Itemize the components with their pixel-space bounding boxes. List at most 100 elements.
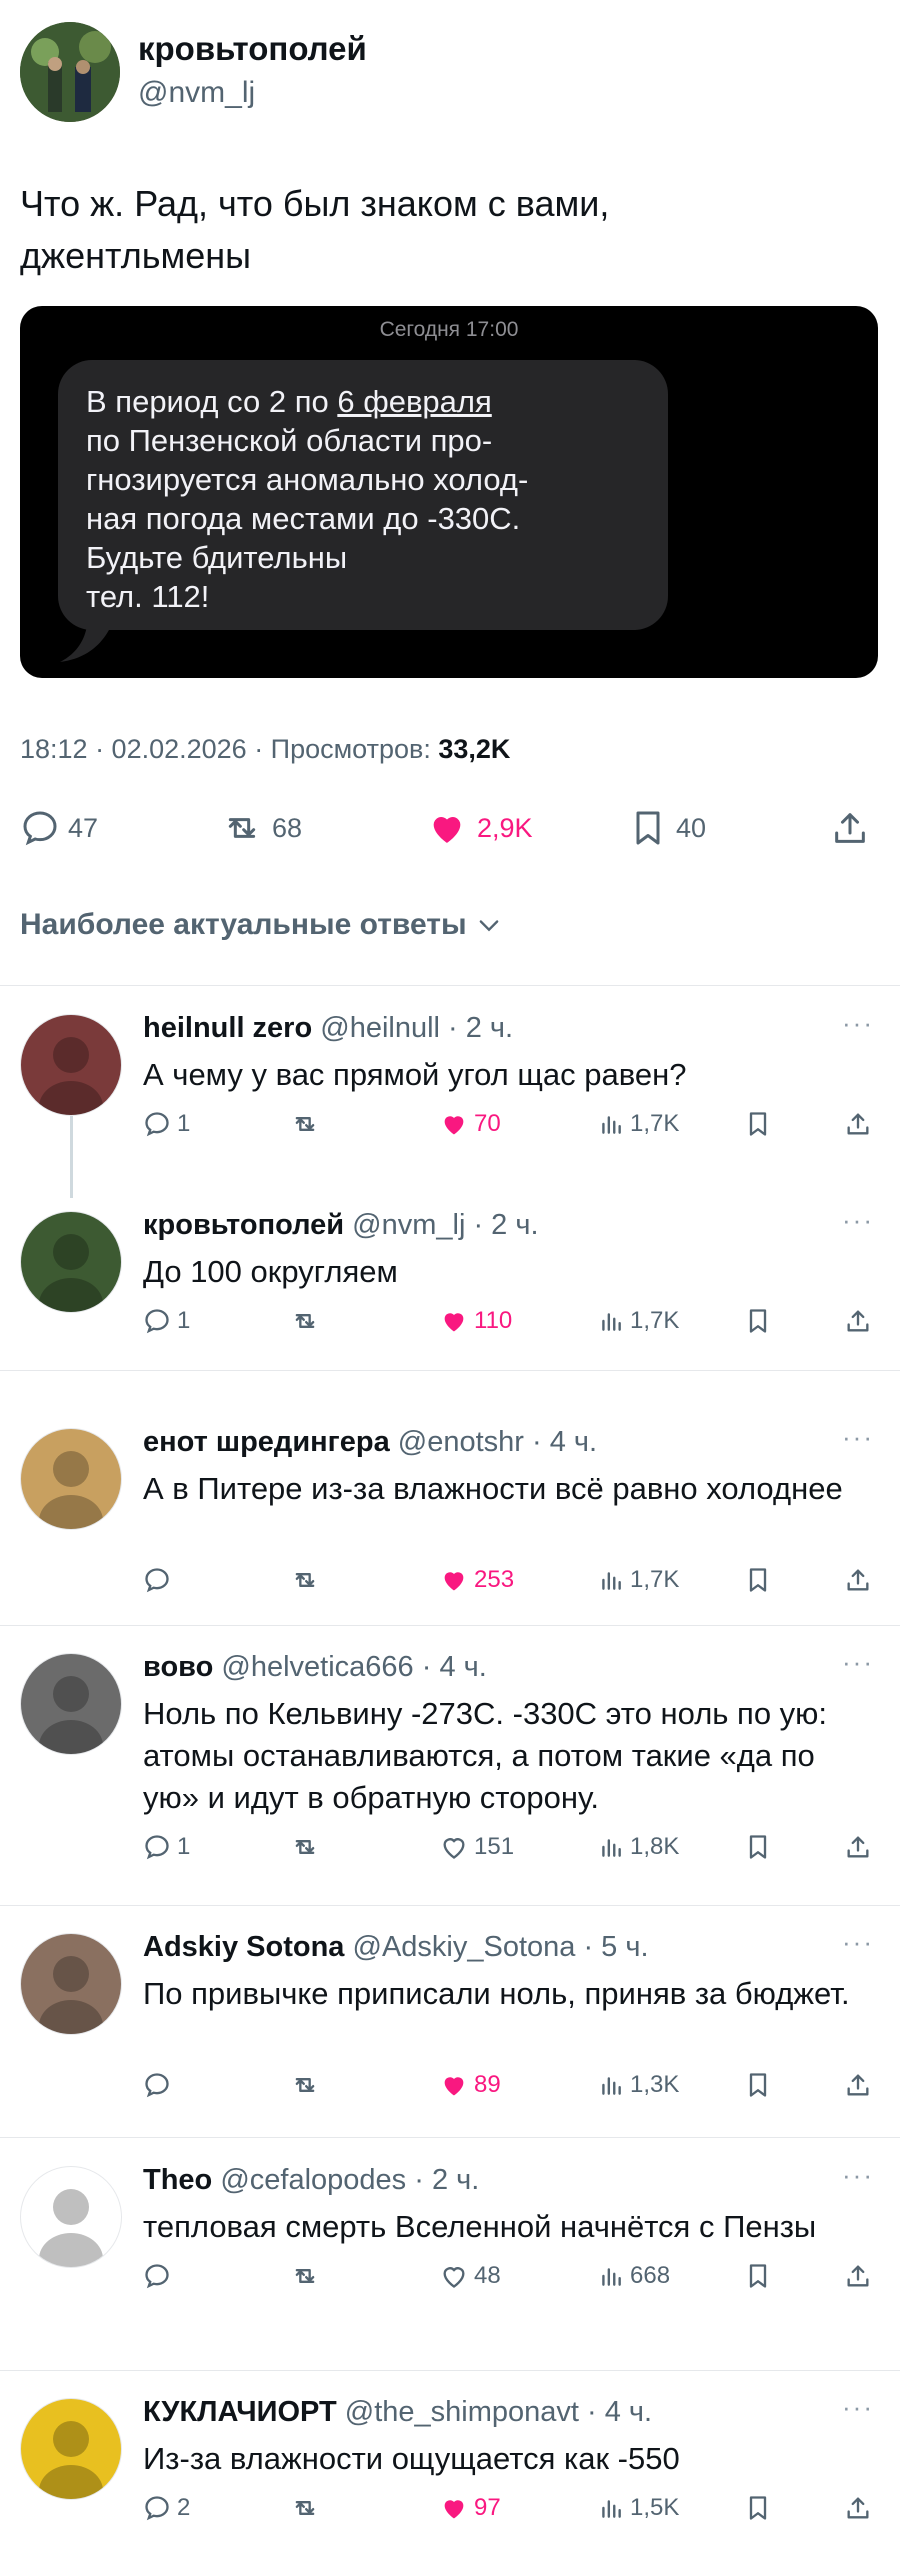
reply-avatar[interactable] xyxy=(20,2166,122,2268)
post-meta: 18:12 · 02.02.2026 · Просмотров: 33,2K xyxy=(20,734,510,765)
more-icon[interactable]: ··· xyxy=(842,1205,874,1236)
reply-author-name[interactable]: кровьтополей xyxy=(143,1209,344,1241)
like-button[interactable]: 2,9K xyxy=(425,808,533,848)
reply-repost-button[interactable] xyxy=(290,1833,320,1861)
more-icon[interactable]: ··· xyxy=(842,2392,874,2423)
reply-like-button[interactable]: 89 xyxy=(440,2071,501,2099)
reply-author-name[interactable]: КУКЛАЧИОРТ xyxy=(143,2396,337,2428)
reply-repost-button[interactable] xyxy=(290,2494,320,2522)
more-icon[interactable]: ··· xyxy=(842,1647,874,1678)
reply-author-handle[interactable]: @heilnull · 2 ч. xyxy=(320,1012,513,1044)
share-icon xyxy=(844,1833,872,1861)
reply-repost-button[interactable] xyxy=(290,1566,320,1594)
reply-share-button[interactable] xyxy=(844,2262,872,2290)
post-timestamp[interactable]: 18:12 · 02.02.2026 · Просмотров: xyxy=(20,734,438,764)
reply-bookmark-button[interactable] xyxy=(744,1566,772,1594)
sms-date-link: 6 февраля xyxy=(337,384,492,419)
reply-views-button[interactable]: 1,7K xyxy=(598,1110,679,1138)
reply-author-handle[interactable]: @the_shimponavt · 4 ч. xyxy=(345,2396,652,2428)
reply-author-name[interactable]: енот шредингера xyxy=(143,1426,390,1458)
bookmark-icon xyxy=(744,1307,772,1335)
reply-views-button[interactable]: 1,3K xyxy=(598,2071,679,2099)
reply-share-button[interactable] xyxy=(844,2071,872,2099)
reply-bookmark-button[interactable] xyxy=(744,1307,772,1335)
reply-like-button[interactable]: 110 xyxy=(440,1307,512,1335)
reply-reply-button[interactable]: 2 xyxy=(143,2494,190,2522)
reply-author-handle[interactable]: @nvm_lj · 2 ч. xyxy=(352,1209,538,1241)
reply-views-button[interactable]: 1,5K xyxy=(598,2494,679,2522)
reply-author-handle[interactable]: @helvetica666 · 4 ч. xyxy=(221,1651,486,1683)
reply-text: Из-за влажности ощущается как -550 xyxy=(143,2441,680,2476)
reply-repost-button[interactable] xyxy=(290,2262,320,2290)
reply-text: До 100 округляем xyxy=(143,1254,398,1289)
reply-like-button[interactable]: 151 xyxy=(440,1833,514,1861)
bookmark-icon xyxy=(744,2262,772,2290)
post-author-avatar[interactable] xyxy=(20,22,120,122)
reply-like-button[interactable]: 97 xyxy=(440,2494,501,2522)
reply-repost-button[interactable] xyxy=(290,1307,320,1335)
reply-share-button[interactable] xyxy=(844,2494,872,2522)
reply-author-name[interactable]: вово xyxy=(143,1651,213,1683)
share-icon xyxy=(844,2494,872,2522)
reply-bookmark-button[interactable] xyxy=(744,1110,772,1138)
reply-share-button[interactable] xyxy=(844,1307,872,1335)
reply-avatar[interactable] xyxy=(20,1014,122,1116)
reply-header: Adskiy Sotona @Adskiy_Sotona · 5 ч. xyxy=(143,1931,649,1964)
replies-sort-dropdown[interactable]: Наиболее актуальные ответы xyxy=(20,908,503,942)
reply-author-handle[interactable]: @Adskiy_Sotona · 5 ч. xyxy=(353,1931,649,1963)
reply-author-name[interactable]: heilnull zero xyxy=(143,1012,312,1044)
more-icon[interactable]: ··· xyxy=(842,2160,874,2191)
avatar-art xyxy=(39,2421,103,2499)
reply-reply-count: 2 xyxy=(177,2494,191,2521)
repost-button[interactable]: 68 xyxy=(220,808,302,848)
share-button[interactable] xyxy=(830,808,870,848)
reply-share-button[interactable] xyxy=(844,1833,872,1861)
reply-share-button[interactable] xyxy=(844,1110,872,1138)
reply-views-button[interactable]: 1,8K xyxy=(598,1833,679,1861)
post-author-handle[interactable]: @nvm_lj xyxy=(138,76,255,110)
reply-bookmark-button[interactable] xyxy=(744,2262,772,2290)
reply-author-handle[interactable]: @cefalopodes · 2 ч. xyxy=(220,2164,479,2196)
reply-button[interactable]: 47 xyxy=(20,808,98,848)
post-author-name[interactable]: кровьтополей xyxy=(138,30,367,68)
reply-bookmark-button[interactable] xyxy=(744,2071,772,2099)
reply-views-button[interactable]: 1,7K xyxy=(598,1307,679,1335)
reply-views-button[interactable]: 1,7K xyxy=(598,1566,679,1594)
reply-avatar[interactable] xyxy=(20,2398,122,2500)
post-media-image[interactable]: Сегодня 17:00 В период со 2 по 6 февраля… xyxy=(20,306,878,678)
reply-reply-button[interactable] xyxy=(143,1566,177,1594)
reply-author-handle[interactable]: @enotshr · 4 ч. xyxy=(398,1426,597,1458)
reply-share-button[interactable] xyxy=(844,1566,872,1594)
reply-avatar[interactable] xyxy=(20,1428,122,1530)
bookmark-button[interactable]: 40 xyxy=(628,808,706,848)
reply-header: Theo @cefalopodes · 2 ч. xyxy=(143,2164,479,2197)
reply-author-name[interactable]: Adskiy Sotona xyxy=(143,1931,344,1963)
bookmark-icon xyxy=(744,1566,772,1594)
heart-icon xyxy=(440,2494,468,2522)
reply-reply-button[interactable] xyxy=(143,2262,177,2290)
reply-like-button[interactable]: 48 xyxy=(440,2262,501,2290)
more-icon[interactable]: ··· xyxy=(842,1008,874,1039)
reply-avatar[interactable] xyxy=(20,1653,122,1755)
reply-repost-button[interactable] xyxy=(290,2071,320,2099)
reply-like-count: 97 xyxy=(474,2494,501,2521)
reply-bookmark-button[interactable] xyxy=(744,1833,772,1861)
reply-bookmark-button[interactable] xyxy=(744,2494,772,2522)
reply-reply-button[interactable]: 1 xyxy=(143,1110,190,1138)
reply-author-name[interactable]: Theo xyxy=(143,2164,212,2196)
sms-line-6: тел. 112! xyxy=(86,579,210,614)
more-icon[interactable]: ··· xyxy=(842,1927,874,1958)
reply-avatar[interactable] xyxy=(20,1933,122,2035)
reply-repost-button[interactable] xyxy=(290,1110,320,1138)
reply-views-button[interactable]: 668 xyxy=(598,2262,670,2290)
reply-avatar[interactable] xyxy=(20,1211,122,1313)
reply-reply-button[interactable]: 1 xyxy=(143,1307,190,1335)
reply-like-button[interactable]: 253 xyxy=(440,1566,514,1594)
reply-reply-button[interactable]: 1 xyxy=(143,1833,190,1861)
views-icon xyxy=(598,2263,624,2289)
bookmark-icon xyxy=(744,2494,772,2522)
reply-like-button[interactable]: 70 xyxy=(440,1110,501,1138)
reply-reply-button[interactable] xyxy=(143,2071,177,2099)
reply-icon xyxy=(143,1110,171,1138)
more-icon[interactable]: ··· xyxy=(842,1422,874,1453)
